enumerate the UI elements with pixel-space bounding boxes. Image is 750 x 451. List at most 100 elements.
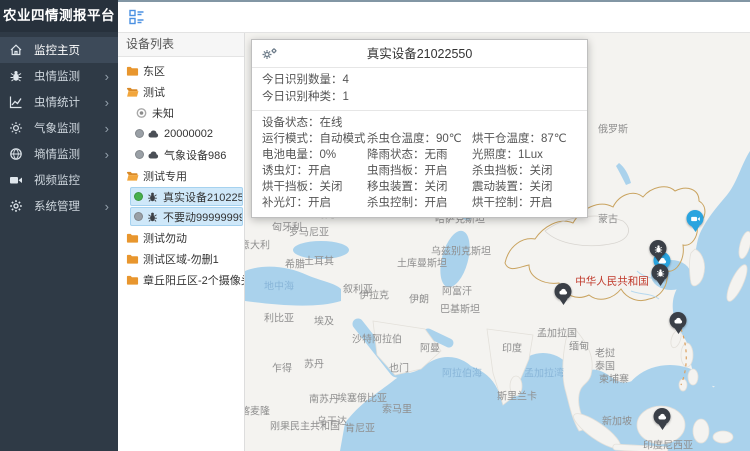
popup-header: 真实设备21022550 [252, 40, 587, 68]
video-icon [9, 173, 23, 187]
weather-marker[interactable] [555, 283, 572, 300]
popup-field: 杀虫控制：开启 [367, 195, 472, 211]
camera-icon [690, 214, 700, 224]
sidebar: 农业四情测报平台 监控主页虫情监测›虫情统计›气象监测›墒情监测›视频监控系统管… [0, 0, 118, 451]
cloud-icon [657, 412, 667, 422]
tree-item[interactable]: 测试专用 [118, 165, 244, 186]
popup-field: 光照度：1Lux [472, 147, 577, 163]
tree-item[interactable]: 测试勿动 [118, 227, 244, 248]
device-info-popup: 真实设备21022550 今日识别数量：4今日识别种类：1 设备状态：在线运行模… [251, 39, 588, 218]
popup-row: 诱虫灯：开启虫雨挡板：开启杀虫挡板：关闭 [262, 163, 577, 179]
sidebar-item-虫情统计[interactable]: 虫情统计› [0, 89, 118, 115]
tree-item-label: 章丘阳丘区-2个摄像头 [143, 272, 244, 288]
bug-white-icon [653, 244, 663, 254]
sidebar-item-监控主页[interactable]: 监控主页 [0, 37, 118, 63]
device-list-title: 设备列表 [118, 33, 244, 57]
tree-item[interactable]: 真实设备21022550 [130, 187, 243, 206]
home-icon [9, 43, 23, 57]
popup-field: 杀虫挡板：关闭 [472, 163, 577, 179]
popup-field: 电池电量：0% [262, 147, 367, 163]
chevron-right-icon: › [105, 148, 109, 161]
sidebar-item-label: 气象监测 [34, 120, 80, 136]
tree-item-label: 测试专用 [143, 168, 187, 184]
popup-stats: 今日识别数量：4今日识别种类：1 [252, 68, 587, 111]
sidebar-item-系统管理[interactable]: 系统管理 › [0, 193, 118, 219]
tree-item-label: 东区 [143, 63, 165, 79]
cloud-icon [558, 287, 568, 297]
tree-item-label: 20000002 [164, 128, 213, 140]
tree-item[interactable]: 章丘阳丘区-2个摄像头 [118, 269, 244, 290]
gear-icon [9, 199, 23, 213]
sidebar-item-气象监测[interactable]: 气象监测 › [0, 115, 118, 141]
weather-marker[interactable] [670, 312, 687, 329]
sidebar-item-label: 墒情监测 [34, 146, 80, 162]
bug-white-icon [655, 268, 665, 278]
device-list-panel: 设备列表 东区测试未知 20000002 气象设备986 测试专用真实设备210225… [118, 33, 245, 451]
status-dot-icon [134, 212, 143, 221]
radio-icon [135, 107, 148, 119]
folder-closed-icon [126, 65, 139, 77]
popup-row: 电池电量：0%降雨状态：无雨光照度：1Lux [262, 147, 577, 163]
popup-field: 烘干挡板：关闭 [262, 179, 367, 195]
chevron-right-icon: › [105, 200, 109, 213]
weather-device-icon [147, 149, 160, 161]
tree-item-label: 未知 [152, 105, 174, 121]
popup-field: 杀虫仓温度：90℃ [367, 131, 472, 147]
popup-field: 烘干仓温度：87℃ [472, 131, 577, 147]
tree-item[interactable]: 不要动99999999 [130, 207, 243, 226]
sidebar-item-label: 系统管理 [34, 198, 80, 214]
popup-stat: 今日识别种类：1 [262, 89, 577, 106]
bug-device-icon [146, 211, 159, 223]
app-title: 农业四情测报平台 [0, 0, 118, 32]
popup-row: 烘干挡板：关闭移虫装置：关闭震动装置：关闭 [262, 179, 577, 195]
popup-field: 降雨状态：无雨 [367, 147, 472, 163]
popup-field: 诱虫灯：开启 [262, 163, 367, 179]
folder-closed-icon [126, 253, 139, 265]
folder-closed-icon [126, 232, 139, 244]
settings-icon[interactable] [261, 47, 278, 61]
weather-marker[interactable] [654, 408, 671, 425]
popup-field: 虫雨挡板：开启 [367, 163, 472, 179]
device-tree: 东区测试未知 20000002 气象设备986 测试专用真实设备21022550不要动… [118, 57, 244, 290]
map[interactable]: 俄罗斯蒙古中华人民共和国哈萨克斯坦捷克乌克兰匈牙利罗马尼亚意大利希腊土耳其地中海… [245, 33, 750, 451]
sidebar-item-label: 虫情监测 [34, 68, 80, 84]
sidebar-item-虫情监测[interactable]: 虫情监测 › [0, 63, 118, 89]
bug-device-icon [146, 191, 159, 203]
tree-item[interactable]: 测试 [118, 81, 244, 102]
insect-marker[interactable] [652, 264, 669, 281]
content: 设备列表 东区测试未知20000002气象设备986测试专用真实设备210225… [118, 33, 750, 451]
sidebar-item-label: 监控主页 [34, 42, 80, 58]
app-window: 农业四情测报平台 监控主页虫情监测›虫情统计›气象监测›墒情监测›视频监控系统管… [0, 0, 750, 451]
popup-field: 补光灯：开启 [262, 195, 367, 211]
video-marker[interactable] [687, 210, 704, 227]
tree-item[interactable]: 20000002 [118, 123, 244, 144]
tree-item[interactable]: 气象设备986 [118, 144, 244, 165]
sidebar-item-墒情监测[interactable]: 墒情监测 › [0, 141, 118, 167]
chevron-right-icon: › [105, 70, 109, 83]
popup-grid: 设备状态：在线运行模式：自动模式杀虫仓温度：90℃烘干仓温度：87℃电池电量：0… [252, 111, 587, 217]
main-area: 设备列表 东区测试未知20000002气象设备986测试专用真实设备210225… [118, 0, 750, 451]
popup-stat: 今日识别数量：4 [262, 72, 577, 89]
chart-icon [9, 95, 23, 109]
folder-closed-icon [126, 274, 139, 286]
sidebar-item-label: 视频监控 [34, 172, 80, 188]
sun-icon [9, 121, 23, 135]
insect-marker[interactable] [650, 240, 667, 257]
sidebar-item-视频监控[interactable]: 视频监控 [0, 167, 118, 193]
tree-item-label: 气象设备986 [164, 147, 226, 163]
popup-field: 运行模式：自动模式 [262, 131, 367, 147]
chevron-right-icon: › [105, 122, 109, 135]
tree-item-label: 测试勿动 [143, 230, 187, 246]
tree-item[interactable]: 东区 [118, 60, 244, 81]
bug-icon [9, 69, 23, 83]
tree-item[interactable]: 测试区域-勿删1 [118, 248, 244, 269]
popup-title: 真实设备21022550 [367, 47, 473, 61]
tree-toggle-icon[interactable] [129, 9, 145, 25]
sidebar-item-label: 虫情统计 [34, 94, 80, 110]
popup-field: 移虫装置：关闭 [367, 179, 472, 195]
folder-open-icon [126, 170, 139, 182]
popup-row: 补光灯：开启杀虫控制：开启烘干控制：开启 [262, 195, 577, 211]
tree-item[interactable]: 未知 [118, 102, 244, 123]
weather-device-icon [147, 128, 160, 140]
popup-row: 运行模式：自动模式杀虫仓温度：90℃烘干仓温度：87℃ [262, 131, 577, 147]
